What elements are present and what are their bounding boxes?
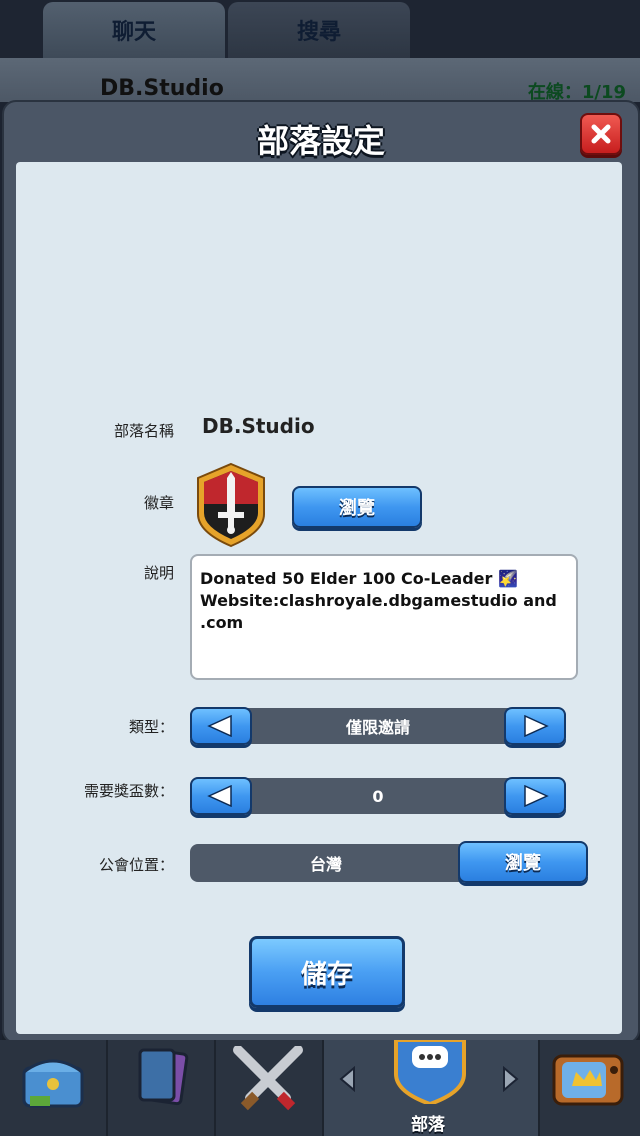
- trophies-prev-button[interactable]: [190, 777, 252, 815]
- tab-chat[interactable]: 聊天: [43, 2, 225, 58]
- type-selector: 僅限邀請: [190, 707, 566, 745]
- location-value: 台灣: [309, 855, 342, 874]
- arrow-right-icon: [524, 785, 549, 807]
- top-tab-bar: 聊天 搜尋: [0, 0, 640, 58]
- trophies-value: 0: [372, 786, 384, 806]
- type-prev-button[interactable]: [190, 707, 252, 745]
- clan-name-value: DB.Studio: [202, 414, 315, 438]
- type-next-button[interactable]: [504, 707, 566, 745]
- nav-battle[interactable]: [216, 1040, 324, 1136]
- clan-name-label: 部落名稱: [113, 422, 174, 440]
- type-value: 僅限邀請: [345, 718, 410, 737]
- nav-tv-royale[interactable]: [540, 1040, 640, 1136]
- tab-search[interactable]: 搜尋: [228, 2, 410, 58]
- location-label: 公會位置：: [98, 856, 174, 874]
- close-button[interactable]: [580, 113, 622, 155]
- settings-panel: 部落名稱 DB.Studio 徽章 瀏覽 說明 Donated 50 Elder…: [16, 162, 622, 1034]
- description-textarea[interactable]: Donated 50 Elder 100 Co-Leader 🌠 Website…: [190, 554, 578, 680]
- badge-label: 徽章: [143, 494, 174, 512]
- badge-browse-button[interactable]: 瀏覽: [292, 486, 422, 528]
- clan-chat-shield-icon: [394, 1040, 466, 1104]
- treasure-chest-icon: [22, 1059, 84, 1108]
- type-label: 類型：: [128, 718, 174, 736]
- crossed-swords-icon: [233, 1046, 303, 1111]
- close-icon: [591, 124, 611, 144]
- dialog-title: 部落設定: [256, 122, 385, 160]
- clan-header-strip: DB.Studio 在線：1/19: [0, 58, 640, 103]
- trophies-label: 需要獎盃數：: [83, 782, 174, 800]
- arrow-right-icon: [524, 715, 549, 737]
- arrow-left-icon: [339, 1066, 355, 1092]
- nav-cards[interactable]: [108, 1040, 216, 1136]
- cards-icon: [138, 1048, 189, 1106]
- trophies-next-button[interactable]: [504, 777, 566, 815]
- arrow-left-icon: [207, 785, 232, 807]
- location-browse-button[interactable]: 瀏覽: [458, 841, 588, 883]
- tv-icon: [552, 1054, 624, 1106]
- nav-shop[interactable]: [0, 1040, 108, 1136]
- clan-settings-dialog: 部落設定 部落名稱 DB.Studio 徽章 瀏覽 說明 Donated 50 …: [2, 100, 640, 1044]
- clan-badge-icon: [194, 462, 268, 548]
- clan-strip-name: DB.Studio: [100, 76, 224, 101]
- description-text: Donated 50 Elder 100 Co-Leader 🌠 Website…: [200, 569, 557, 632]
- save-button[interactable]: 儲存: [249, 936, 405, 1008]
- location-selector: 台灣 瀏覽: [190, 841, 588, 883]
- description-label: 說明: [143, 564, 174, 582]
- bottom-nav: [0, 1040, 640, 1136]
- arrow-right-icon: [503, 1066, 519, 1092]
- trophies-selector: 0: [190, 777, 566, 815]
- nav-clan-label: 部落: [411, 1115, 445, 1135]
- arrow-left-icon: [207, 715, 232, 737]
